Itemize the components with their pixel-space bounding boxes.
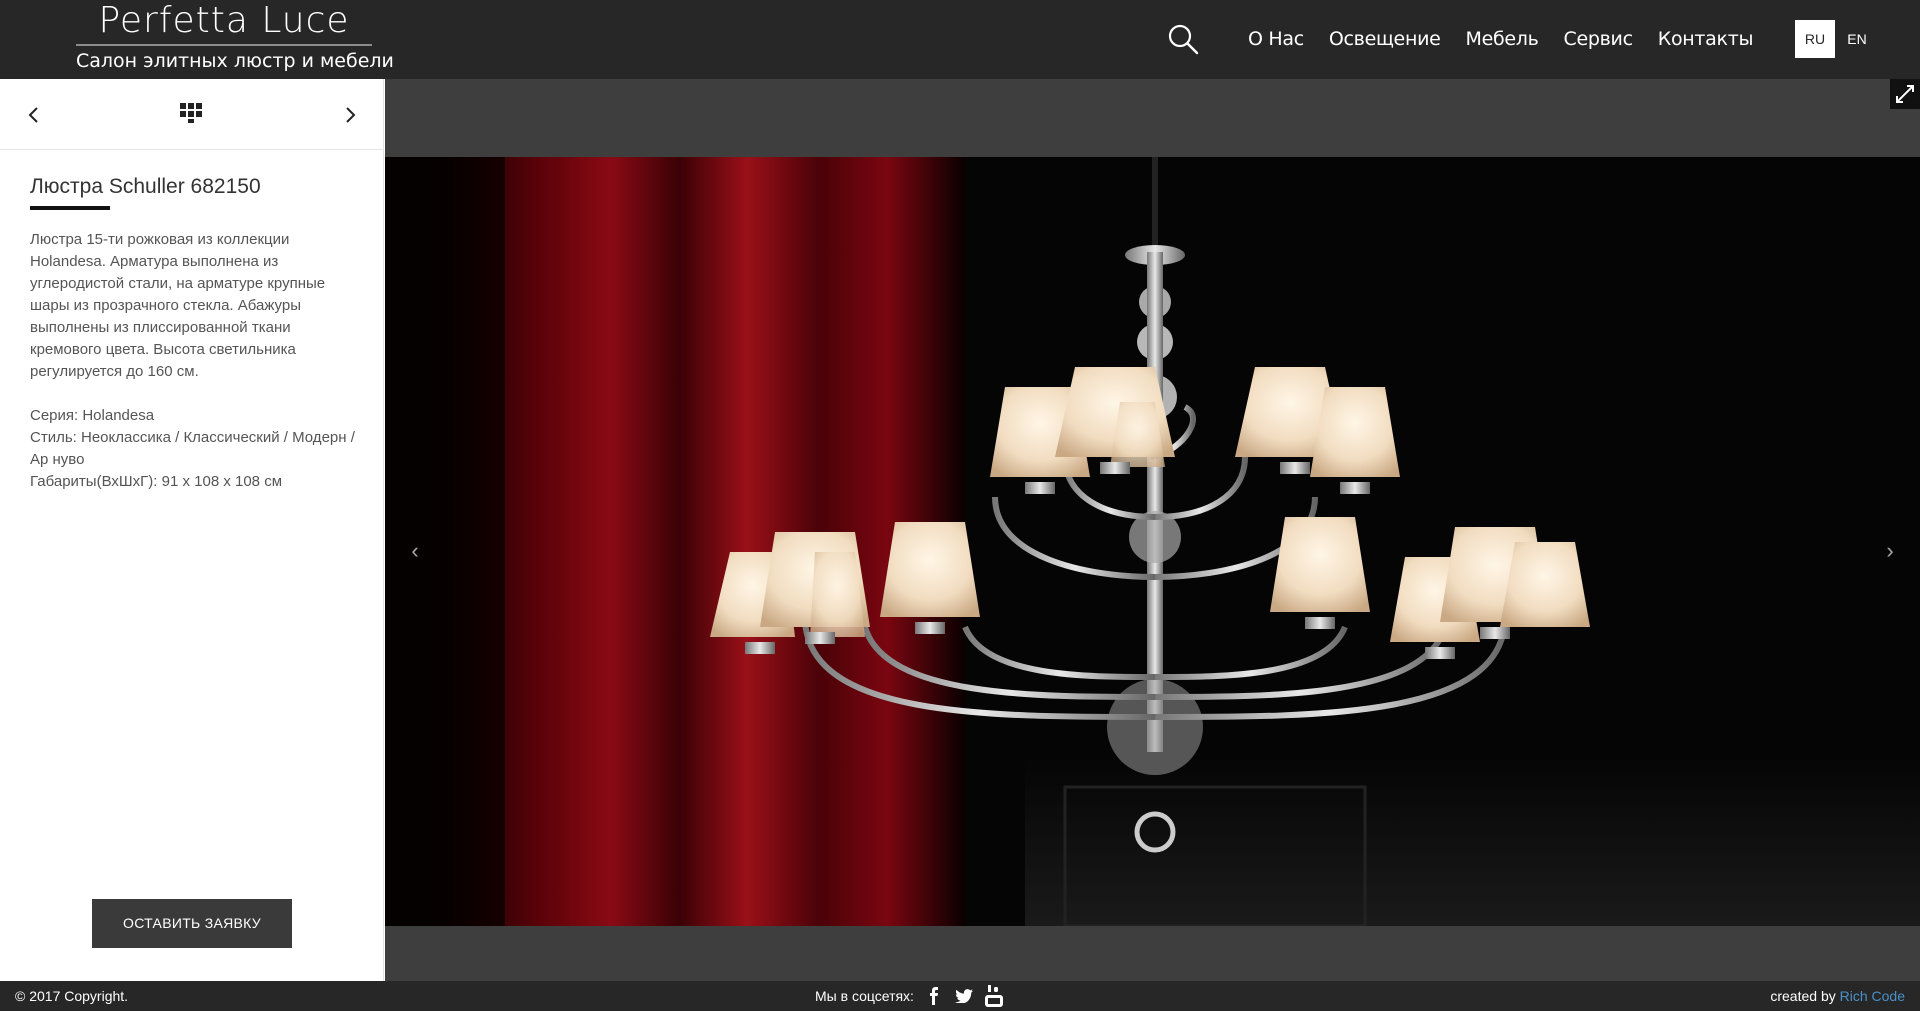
nav-item-contacts[interactable]: Контакты <box>1658 24 1754 54</box>
twitter-icon[interactable] <box>954 985 974 1007</box>
product-title: Люстра Schuller 682150 <box>30 175 261 198</box>
site-header: Perfetta Luce Салон элитных люстр и мебе… <box>0 0 1920 79</box>
nav-item-about[interactable]: О Нас <box>1248 24 1304 54</box>
logo-title: Perfetta Luce <box>98 0 350 41</box>
site-footer: © 2017 Copyright. Мы в соцсетях: created… <box>0 981 1920 1011</box>
copyright: © 2017 Copyright. <box>15 988 129 1004</box>
request-button[interactable]: ОСТАВИТЬ ЗАЯВКУ <box>92 899 292 948</box>
gallery-next-arrow[interactable]: › <box>1870 531 1910 571</box>
social-links: Мы в соцсетях: <box>815 981 1004 1011</box>
logo-divider <box>76 44 372 46</box>
product-specs: Серия: Holandesa Стиль: Неоклассика / Кл… <box>30 405 360 493</box>
credit: created by Rich Code <box>1770 981 1905 1011</box>
expand-icon[interactable] <box>1890 79 1920 109</box>
spec-series: Серия: Holandesa <box>30 407 155 424</box>
youtube-icon[interactable] <box>984 985 1004 1007</box>
product-nav <box>0 79 384 150</box>
spec-style: Стиль: Неоклассика / Классический / Моде… <box>30 429 355 468</box>
main-nav: О Нас Освещение Мебель Сервис Контакты <box>1248 24 1778 54</box>
logo[interactable]: Perfetta Luce Салон элитных люстр и мебе… <box>76 0 394 79</box>
product-gallery: ‹ › <box>385 79 1920 981</box>
search-icon[interactable] <box>1166 22 1200 56</box>
spec-dimensions: Габариты(ВхШхГ): 91 x 108 x 108 см <box>30 473 283 490</box>
nav-item-service[interactable]: Сервис <box>1564 24 1634 54</box>
title-underline <box>30 206 110 210</box>
facebook-icon[interactable] <box>924 985 944 1007</box>
product-sidebar: Люстра Schuller 682150 Люстра 15-ти рожк… <box>0 79 384 981</box>
chandelier-photo <box>385 157 1920 926</box>
description-text: Люстра 15-ти рожковая из коллекции Holan… <box>30 231 326 380</box>
lang-en-button[interactable]: EN <box>1837 20 1877 58</box>
nav-item-lighting[interactable]: Освещение <box>1329 24 1441 54</box>
logo-subtitle: Салон элитных люстр и мебели <box>76 50 394 72</box>
credit-prefix: created by <box>1770 988 1836 1004</box>
credit-link[interactable]: Rich Code <box>1840 988 1905 1004</box>
chevron-right-icon[interactable] <box>340 105 360 125</box>
social-label: Мы в соцсетях: <box>815 988 914 1004</box>
gallery-prev-arrow[interactable]: ‹ <box>395 531 435 571</box>
grid-icon[interactable] <box>180 103 202 123</box>
product-description: Люстра 15-ти рожковая из коллекции Holan… <box>30 229 360 405</box>
chevron-left-icon[interactable] <box>24 105 44 125</box>
lang-ru-button[interactable]: RU <box>1795 20 1835 58</box>
product-image <box>385 157 1920 926</box>
nav-item-furniture[interactable]: Мебель <box>1466 24 1539 54</box>
